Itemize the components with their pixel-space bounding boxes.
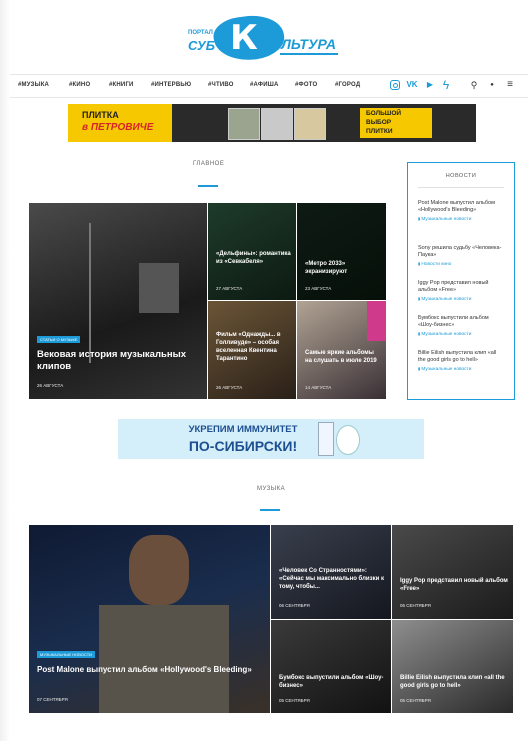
feature-date: 23 АВГУСТА	[305, 286, 332, 291]
section-title-music: МУЗЫКА	[257, 486, 286, 492]
ad-mascot-bear	[336, 425, 360, 455]
section-title-underline	[260, 509, 280, 511]
logo-k-text: К	[230, 18, 258, 58]
nav-item-photo[interactable]: #ФОТО	[295, 82, 317, 88]
music-tag[interactable]: МУЗЫКАЛЬНЫЕ НОВОСТИ	[37, 651, 96, 658]
news-item-headline[interactable]: Бумбокс выпустили альбом «Шоу-бизнес»	[418, 315, 504, 329]
tile-sample	[261, 108, 293, 140]
site-logo[interactable]: ПОРТАЛ СУБ К УЛЬТУРА	[188, 11, 340, 65]
music-date: 05 СЕНТЯБРЯ	[400, 698, 431, 703]
tile-sample	[294, 108, 326, 140]
ad-banner-immunity[interactable]: УКРЕПИМ ИММУНИТЕТ ПО-СИБИРСКИ!	[118, 419, 424, 459]
ad-offer-line3: ПЛИТКИ	[366, 128, 393, 135]
nav-item-city[interactable]: #ГОРОД	[335, 82, 360, 88]
news-item-category[interactable]: Музыкальные новости	[418, 366, 504, 372]
feature-date: 26 АВГУСТА	[216, 385, 243, 390]
feature-title[interactable]: Вековая история музыкальных клипов	[37, 349, 197, 373]
instagram-icon[interactable]	[390, 80, 400, 90]
music-title[interactable]: Post Malone выпустил альбом «Hollywood's…	[37, 664, 257, 676]
news-item-headline[interactable]: Sony решила судьбу «Человека-Паука»	[418, 245, 504, 259]
ad-banner-brand: ПЛИТКА в ПЕТРОВИЧЕ	[68, 104, 172, 142]
music-date: 06 СЕНТЯБРЯ	[279, 603, 310, 608]
feature-title[interactable]: «Метро 2033» экранизируют	[305, 260, 381, 276]
news-item[interactable]: Post Malone выпустил альбом «Hollywood's…	[418, 200, 504, 222]
news-item[interactable]: Sony решила судьбу «Человека-Паука» Ново…	[418, 245, 504, 267]
music-card-billie[interactable]: Billie Eilish выпустила клип «all the go…	[392, 620, 513, 713]
page: ПОРТАЛ СУБ К УЛЬТУРА #МУЗЫКА #КИНО #КНИГ…	[0, 0, 528, 741]
feature-title[interactable]: Фильм «Однажды... в Голливуде» – особая …	[216, 331, 294, 363]
music-card-boombox[interactable]: Бумбокс выпустили альбом «Шоу-бизнес» 05…	[271, 620, 391, 713]
section-title-underline	[198, 185, 218, 187]
news-item-headline[interactable]: Iggy Pop представил новый альбом «Free»	[418, 280, 504, 294]
feature-title[interactable]: «Дельфины»: романтика из «Севкабеля»	[216, 250, 292, 266]
feature-card-main[interactable]: СТАТЬИ О МУЗЫКЕ Вековая история музыкаль…	[29, 203, 207, 399]
music-date: 07 СЕНТЯБРЯ	[37, 697, 68, 702]
youtube-icon[interactable]: ▶	[424, 79, 436, 91]
menu-icon[interactable]: ≡	[504, 79, 516, 91]
news-sidebar-title: НОВОСТИ	[445, 173, 477, 179]
feature-date: 26 АВГУСТА	[37, 383, 64, 388]
vk-icon[interactable]: VK	[406, 79, 418, 91]
feature-card-albums[interactable]: Самые яркие альбомы на слушать в июле 20…	[297, 301, 386, 399]
feature-date: 27 АВГУСТА	[216, 286, 243, 291]
news-item-category[interactable]: Новости кино	[418, 261, 504, 267]
nav-item-music[interactable]: #МУЗЫКА	[18, 82, 49, 88]
feature-card-metro[interactable]: «Метро 2033» экранизируют 23 АВГУСТА	[297, 203, 386, 300]
logo-underline	[280, 53, 338, 55]
logo-sub-text: СУБ	[188, 38, 215, 53]
ad-offer-line2: ВЫБОР	[366, 119, 392, 126]
music-card-main[interactable]: МУЗЫКАЛЬНЫЕ НОВОСТИ Post Malone выпустил…	[29, 525, 270, 713]
feature-card-dolphins[interactable]: «Дельфины»: романтика из «Севкабеля» 27 …	[208, 203, 296, 300]
ad-banner-tiles-image	[228, 108, 328, 140]
music-card-strange[interactable]: «Человек Со Странностями»: «Сейчас мы ма…	[271, 525, 391, 619]
feature-image-stand	[89, 223, 91, 363]
ad-banner-tiles[interactable]: ПЛИТКА в ПЕТРОВИЧЕ БОЛЬШОЙ ВЫБОР ПЛИТКИ	[68, 104, 476, 142]
news-sidebar: НОВОСТИ Post Malone выпустил альбом «Hol…	[407, 162, 515, 400]
nav-item-reading[interactable]: #ЧТИВО	[208, 82, 234, 88]
feature-tag[interactable]: СТАТЬИ О МУЗЫКЕ	[37, 336, 81, 343]
feature-image-monitor	[139, 263, 179, 313]
music-title[interactable]: «Человек Со Странностями»: «Сейчас мы ма…	[279, 567, 389, 591]
news-item[interactable]: Billie Eilish выпустила клип «all the go…	[418, 350, 504, 372]
news-item-headline[interactable]: Post Malone выпустил альбом «Hollywood's…	[418, 200, 504, 214]
feature-card-hollywood[interactable]: Фильм «Однажды... в Голливуде» – особая …	[208, 301, 296, 399]
user-icon[interactable]: ●	[486, 79, 498, 91]
music-card-iggy[interactable]: Iggy Pop представил новый альбом «Free» …	[392, 525, 513, 619]
ad-banner-line1: ПЛИТКА	[82, 110, 119, 120]
feature-date: 14 АВГУСТА	[305, 385, 332, 390]
music-date: 05 СЕНТЯБРЯ	[279, 698, 310, 703]
news-item[interactable]: Бумбокс выпустили альбом «Шоу-бизнес» Му…	[418, 315, 504, 337]
news-item[interactable]: Iggy Pop представил новый альбом «Free» …	[418, 280, 504, 302]
feature-title[interactable]: Самые яркие альбомы на слушать в июле 20…	[305, 349, 381, 365]
tile-sample	[228, 108, 260, 140]
music-image-face	[129, 535, 189, 605]
edge-shadow	[0, 0, 10, 741]
news-item-category[interactable]: Музыкальные новости	[418, 331, 504, 337]
nav-item-afisha[interactable]: #АФИША	[250, 82, 279, 88]
music-title[interactable]: Iggy Pop представил новый альбом «Free»	[400, 577, 510, 593]
music-date: 06 СЕНТЯБРЯ	[400, 603, 431, 608]
music-title[interactable]: Billie Eilish выпустила клип «all the go…	[400, 674, 510, 690]
logo-ultura-text: УЛЬТУРА	[272, 36, 337, 52]
ad-offer-line1: БОЛЬШОЙ	[366, 110, 402, 117]
section-title-main: ГЛАВНОЕ	[193, 161, 225, 167]
ad-banner-offer: БОЛЬШОЙ ВЫБОР ПЛИТКИ	[360, 108, 432, 138]
news-sidebar-divider	[418, 187, 504, 188]
nav-item-books[interactable]: #КНИГИ	[109, 82, 134, 88]
news-item-category[interactable]: Музыкальные новости	[418, 296, 504, 302]
logo-portal-text: ПОРТАЛ	[188, 30, 213, 36]
lightning-icon[interactable]: ϟ	[440, 79, 452, 91]
news-item-category[interactable]: Музыкальные новости	[418, 216, 504, 222]
nav-item-interview[interactable]: #ИНТЕРВЬЮ	[151, 82, 191, 88]
music-image-body	[99, 605, 229, 713]
news-item-headline[interactable]: Billie Eilish выпустила клип «all the go…	[418, 350, 504, 364]
search-icon[interactable]: ⚲	[468, 79, 480, 91]
music-title[interactable]: Бумбокс выпустили альбом «Шоу-бизнес»	[279, 674, 389, 690]
main-nav: #МУЗЫКА #КИНО #КНИГИ #ИНТЕРВЬЮ #ЧТИВО #А…	[10, 74, 528, 98]
ad-banner-line2: в ПЕТРОВИЧЕ	[82, 122, 154, 133]
ad-product-pack	[318, 422, 334, 456]
feature-image-cover	[367, 301, 386, 341]
nav-item-cinema[interactable]: #КИНО	[69, 82, 90, 88]
